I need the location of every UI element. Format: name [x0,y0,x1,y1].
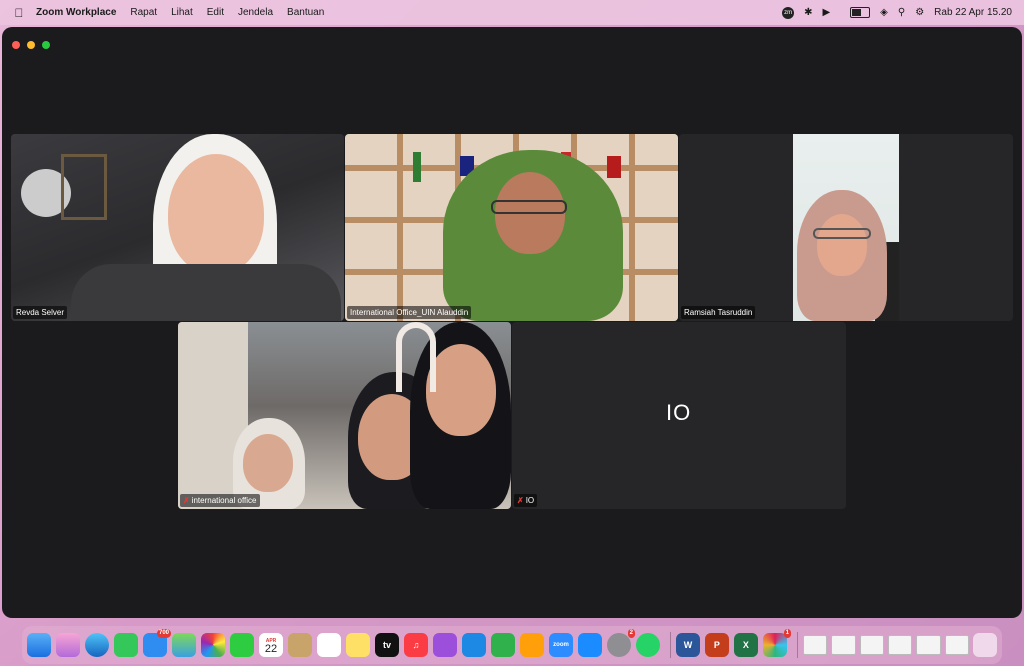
participant-name-tag: ✗ international office [180,494,260,507]
video-tile-io[interactable]: IO ✗ IO [512,322,846,509]
video-tile-international-office-uin[interactable]: International Office_UIN Alauddin [345,134,678,321]
word-icon[interactable]: W [675,633,700,657]
menu-jendela[interactable]: Jendela [238,7,273,18]
participant-name-tag: ✗ IO [514,494,538,507]
app-store-icon[interactable] [578,633,602,657]
status-area: zm ✱ ▶ ◈ ⚲ ⚙ Rab 22 Apr 15.20 [762,6,1012,19]
glasses [491,200,567,214]
picture-frame [61,154,107,220]
datetime[interactable]: Rab 22 Apr 15.20 [934,7,1012,18]
menu-edit[interactable]: Edit [207,7,224,18]
face [243,434,293,492]
launchpad-icon[interactable] [56,633,80,657]
notes-icon[interactable] [346,633,370,657]
menu-bantuan[interactable]: Bantuan [287,7,324,18]
zoom-app-icon[interactable]: zoom [549,633,573,657]
close-window-button[interactable] [12,41,20,49]
play-icon[interactable]: ▶ [822,7,830,18]
face [168,154,264,274]
messages-icon[interactable] [114,633,138,657]
finder-icon[interactable] [27,633,51,657]
dock-separator [796,632,798,658]
trash-icon[interactable] [973,633,998,657]
flag [607,156,621,178]
headphones [396,322,436,392]
menu-lihat[interactable]: Lihat [171,7,193,18]
dock: 700 APR 22 tv ♫ zoom 2 W P X 1 [22,626,1002,664]
system-settings-icon[interactable]: 2 [607,629,635,657]
photos-icon[interactable] [201,633,225,657]
safari-icon[interactable] [85,633,109,657]
apple-tv-icon[interactable]: tv [375,633,399,657]
menu-rapat[interactable]: Rapat [130,7,157,18]
search-icon[interactable]: ⚲ [898,7,905,18]
pages-icon[interactable] [520,633,544,657]
video-tile-ramsiah-tasruddin[interactable]: Ramsiah Tasruddin [679,134,1013,321]
muted-mic-icon: ✗ [517,496,524,505]
zoom-meeting-window: Revda Selver International Office_UIN Al… [2,27,1022,618]
muted-mic-icon: ✗ [183,496,190,505]
whatsapp-icon[interactable] [636,633,660,657]
excel-icon[interactable]: X [733,633,758,657]
mail-icon[interactable]: 700 [143,629,171,657]
video-tile-international-office[interactable]: ✗ international office [178,322,511,509]
apple-icon[interactable]:  [12,6,26,20]
minimized-window-thumbnail[interactable] [802,635,828,655]
powerpoint-icon[interactable]: P [704,633,729,657]
calendar-icon[interactable]: APR 22 [259,633,283,657]
minimized-window-thumbnail[interactable] [831,635,856,655]
slack-icon[interactable]: 1 [762,629,791,657]
battery-icon[interactable] [840,6,871,18]
wifi-icon[interactable]: ◈ [880,7,888,18]
participant-name-tag: International Office_UIN Alauddin [347,306,472,319]
reminders-icon[interactable] [317,633,341,657]
facetime-icon[interactable] [230,633,254,657]
shoulders [71,264,341,321]
glasses [813,228,871,239]
minimize-window-button[interactable] [27,41,35,49]
keynote-icon[interactable] [462,633,486,657]
zoom-icon[interactable]: zm [772,6,795,19]
minimized-window-thumbnail[interactable] [887,635,913,655]
flag [413,152,421,182]
participant-name-tag: Ramsiah Tasruddin [681,306,756,319]
dock-separator [670,632,671,658]
maximize-window-button[interactable] [42,41,50,49]
numbers-icon[interactable] [491,633,515,657]
menu-bar:  Zoom Workplace Rapat Lihat Edit Jendel… [0,0,1024,25]
podcasts-icon[interactable] [433,633,457,657]
maps-icon[interactable] [172,633,196,657]
face [817,214,867,276]
participant-name-tag: Revda Selver [13,306,68,319]
bluetooth-icon[interactable]: ✱ [804,7,812,18]
control-center-icon[interactable]: ⚙ [915,7,924,18]
participant-initials: IO [666,400,692,425]
music-icon[interactable]: ♫ [404,633,428,657]
minimized-window-thumbnail[interactable] [916,635,941,655]
minimized-window-thumbnail[interactable] [859,635,884,655]
menu-app-name[interactable]: Zoom Workplace [36,7,116,18]
minimized-window-thumbnail[interactable] [944,635,970,655]
notes-app-icon[interactable] [288,633,312,657]
face [426,344,496,436]
video-tile-revda-selver[interactable]: Revda Selver [11,134,344,321]
